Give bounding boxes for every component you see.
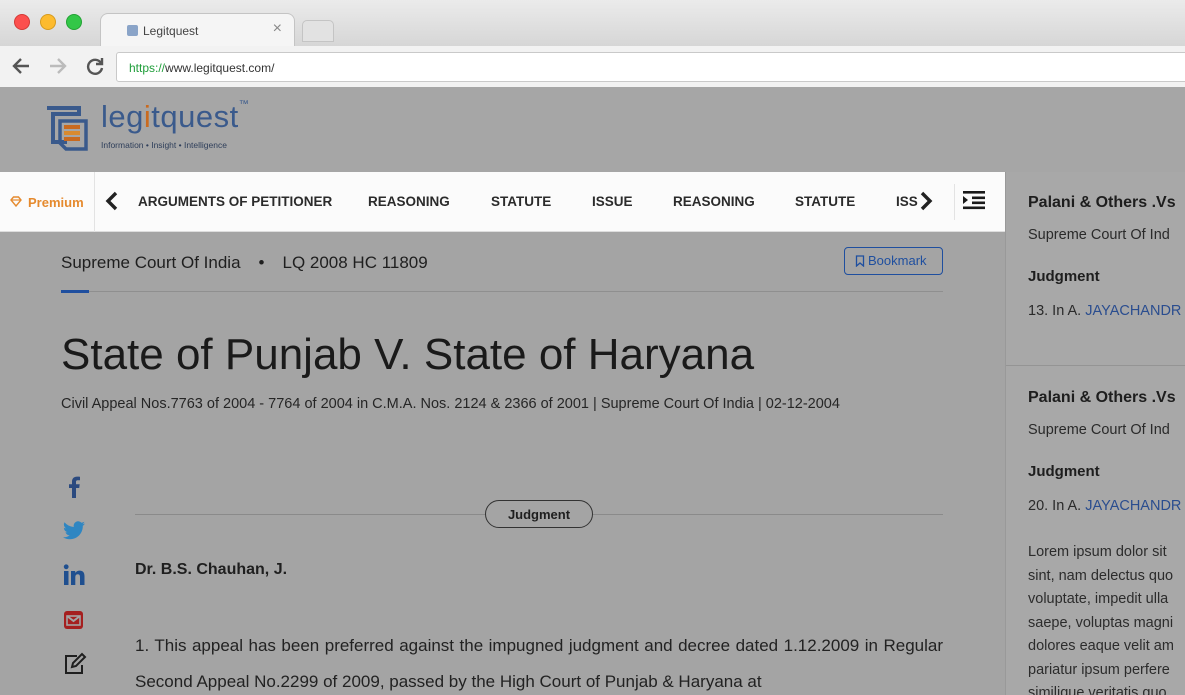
related-case-court: Supreme Court Of Ind xyxy=(1028,227,1170,243)
legitquest-logo-icon[interactable] xyxy=(44,105,94,153)
body-line: Lorem ipsum dolor sit xyxy=(1028,544,1167,560)
back-arrow-icon[interactable] xyxy=(10,55,32,81)
tab-bar: Legitquest × xyxy=(0,0,1185,47)
diamond-icon xyxy=(10,196,22,207)
logo-tagline: Information • Insight • Intelligence xyxy=(101,140,227,150)
related-case-card[interactable]: Palani & Others .Vs Supreme Court Of Ind… xyxy=(1006,172,1185,366)
header-divider xyxy=(61,291,943,292)
judgment-paragraph: 1. This appeal has been preferred agains… xyxy=(135,636,943,691)
related-case-link[interactable]: JAYACHANDR xyxy=(1085,303,1181,319)
chevron-right-icon[interactable] xyxy=(918,190,934,216)
bookmark-button[interactable]: Bookmark xyxy=(844,247,943,275)
facebook-icon[interactable] xyxy=(62,475,94,499)
forward-arrow-icon[interactable] xyxy=(47,55,69,81)
premium-button[interactable]: Premium xyxy=(0,172,95,232)
body-line: dolores eaque velit am xyxy=(1028,638,1174,654)
edit-note-icon[interactable] xyxy=(62,652,94,676)
body-line: sint, nam delectus quo xyxy=(1028,567,1174,584)
linkedin-icon[interactable] xyxy=(62,563,94,587)
bookmark-icon xyxy=(855,255,865,268)
logo-wordmark[interactable]: legitquest™ xyxy=(101,99,249,135)
bookmark-label: Bookmark xyxy=(868,253,927,268)
tab-arguments-of-petitioner[interactable]: ARGUMENTS OF PETITIONER xyxy=(138,194,332,209)
minimize-window-button[interactable] xyxy=(40,14,56,30)
related-case-heading: Judgment xyxy=(1028,463,1100,480)
court-citation-line: Supreme Court Of India • LQ 2008 HC 11809 xyxy=(61,253,428,273)
browser-tab[interactable]: Legitquest × xyxy=(100,13,295,47)
outline-menu-icon[interactable] xyxy=(954,184,994,220)
twitter-icon[interactable] xyxy=(62,520,94,544)
case-title: State of Punjab V. State of Haryana xyxy=(61,330,755,379)
related-case-heading: Judgment xyxy=(1028,268,1100,285)
chevron-left-icon[interactable] xyxy=(104,190,120,216)
email-icon[interactable] xyxy=(62,609,94,633)
navigation-bar: https://www.legitquest.com/ xyxy=(0,46,1185,87)
related-case-link[interactable]: JAYACHANDR xyxy=(1085,498,1181,514)
body-line: saepe, voluptas magni xyxy=(1028,614,1174,631)
tab-reasoning[interactable]: REASONING xyxy=(368,194,450,209)
separator-dot: • xyxy=(258,253,265,272)
address-bar[interactable]: https://www.legitquest.com/ xyxy=(116,52,1185,82)
related-case-court: Supreme Court Of Ind xyxy=(1028,422,1170,438)
body-line: similique veritatis quo xyxy=(1028,685,1167,695)
tab-issue[interactable]: ISSUE xyxy=(592,194,633,209)
tab-close-icon[interactable]: × xyxy=(273,20,282,38)
judge-name: Dr. B.S. Chauhan, J. xyxy=(135,561,288,578)
related-case-excerpt: 20. In A. JAYACHANDR xyxy=(1028,498,1182,514)
tab-statute[interactable]: STATUTE xyxy=(491,194,551,209)
related-case-title[interactable]: Palani & Others .Vs xyxy=(1028,194,1176,212)
judgment-section-label: Judgment xyxy=(485,500,593,528)
browser-chrome: Legitquest × https://www.legitquest.com/ xyxy=(0,0,1185,87)
url-text: https://www.legitquest.com/ xyxy=(129,61,275,75)
close-window-button[interactable] xyxy=(14,14,30,30)
case-subtitle: Civil Appeal Nos.7763 of 2004 - 7764 of … xyxy=(61,396,840,412)
tab-issue-2[interactable]: ISSUE xyxy=(896,194,918,212)
reload-icon[interactable] xyxy=(84,55,106,81)
citation: LQ 2008 HC 11809 xyxy=(282,253,428,272)
maximize-window-button[interactable] xyxy=(66,14,82,30)
favicon-icon xyxy=(127,25,138,36)
section-toolbar: Premium ARGUMENTS OF PETITIONER REASONIN… xyxy=(0,172,1010,232)
site-header: legitquest™ Information • Insight • Inte… xyxy=(0,87,1185,172)
related-case-title[interactable]: Palani & Others .Vs xyxy=(1028,389,1176,407)
tab-title: Legitquest xyxy=(143,24,199,38)
court-name: Supreme Court Of India xyxy=(61,253,241,272)
active-tab-indicator xyxy=(61,290,89,293)
related-case-body: Lorem ipsum dolor sit sint, nam delectus… xyxy=(1028,541,1185,695)
tab-reasoning-2[interactable]: REASONING xyxy=(673,194,755,209)
premium-label: Premium xyxy=(28,195,84,210)
body-line: pariatur ipsum perfere xyxy=(1028,661,1170,678)
new-tab-button[interactable] xyxy=(302,20,334,42)
related-cases-panel: Palani & Others .Vs Supreme Court Of Ind… xyxy=(1005,172,1185,695)
tab-statute-2[interactable]: STATUTE xyxy=(795,194,855,209)
related-case-excerpt: 13. In A. JAYACHANDR xyxy=(1028,303,1182,319)
related-case-card-2[interactable]: Palani & Others .Vs Supreme Court Of Ind… xyxy=(1006,367,1185,695)
body-line: voluptate, impedit ulla xyxy=(1028,591,1169,607)
